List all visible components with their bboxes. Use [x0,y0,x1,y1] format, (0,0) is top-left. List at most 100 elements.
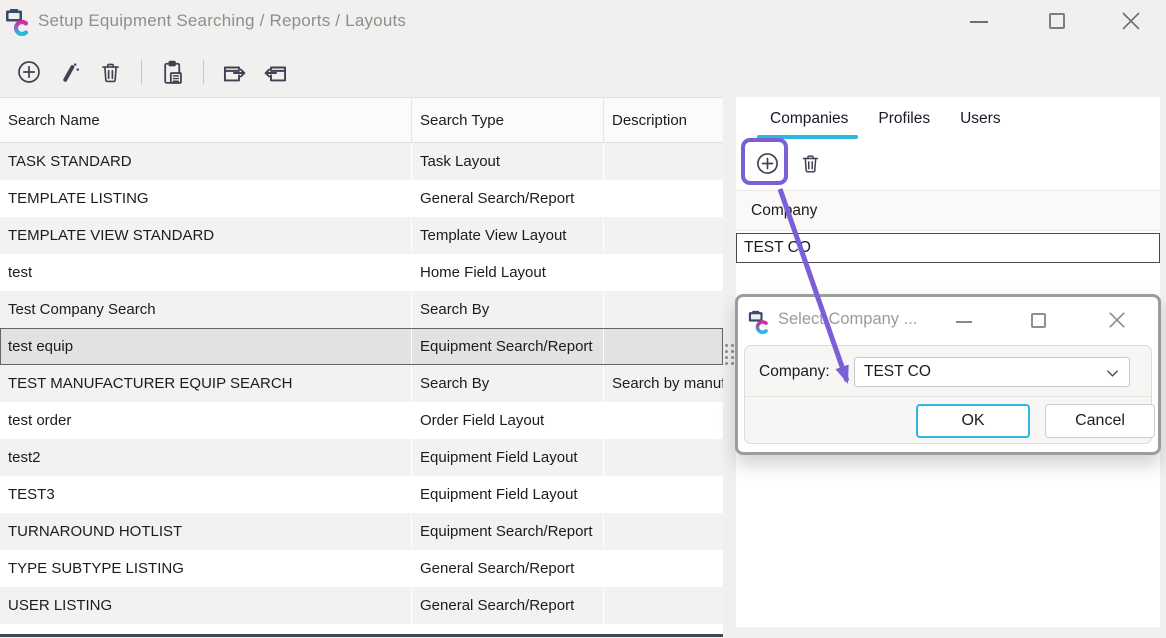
cell-search-type: Template View Layout [412,217,604,254]
cell-search-type: Equipment Search/Report [412,513,604,550]
tab-profiles[interactable]: Profiles [878,110,930,128]
dialog-titlebar: Select Company ... [738,297,1158,345]
maximize-icon[interactable] [1049,13,1065,29]
cell-search-name: TASK STANDARD [0,143,412,180]
close-icon[interactable] [1119,9,1143,33]
window-title: Setup Equipment Searching / Reports / La… [38,11,406,31]
cell-search-type: Order Field Layout [412,402,604,439]
dialog-title: Select Company ... [778,310,917,329]
company-row[interactable]: TEST CO [736,233,1160,263]
cell-search-name: TEMPLATE LISTING [0,180,412,217]
add-icon[interactable] [15,59,42,86]
minimize-icon[interactable] [970,21,988,23]
cell-description [604,143,723,180]
titlebar: Setup Equipment Searching / Reports / La… [0,0,1166,46]
cell-search-name: Test Company Search [0,291,412,328]
cell-search-type: Equipment Field Layout [412,476,604,513]
column-header-description[interactable]: Description [604,98,723,142]
company-dropdown-value: TEST CO [864,363,931,381]
table-row[interactable]: TEST MANUFACTURER EQUIP SEARCHSearch ByS… [0,365,723,402]
table-row[interactable]: test2Equipment Field Layout [0,439,723,476]
cell-search-name: USER LISTING [0,587,412,624]
select-company-dialog: Select Company ... Company: TEST CO OK C… [735,294,1161,455]
chevron-down-icon [1105,366,1120,381]
company-dropdown[interactable]: TEST CO [854,357,1130,387]
cell-description: Search by manufacturer [604,365,723,402]
cell-description [604,587,723,624]
dialog-maximize-icon[interactable] [1031,313,1046,328]
cell-search-name: TEST MANUFACTURER EQUIP SEARCH [0,365,412,402]
cell-search-name: test order [0,402,412,439]
company-column-header[interactable]: Company [736,190,1160,231]
app-icon [5,8,33,36]
toolbar-separator [141,60,142,84]
table-row[interactable]: TURNAROUND HOTLISTEquipment Search/Repor… [0,513,723,550]
column-header-search-type[interactable]: Search Type [412,98,604,142]
cell-search-type: Equipment Search/Report [412,328,604,365]
table-row[interactable]: test equipEquipment Search/Report [0,328,723,365]
cell-description [604,254,723,291]
table-row[interactable]: TEMPLATE VIEW STANDARDTemplate View Layo… [0,217,723,254]
cell-search-type: General Search/Report [412,587,604,624]
app-icon [748,310,772,334]
table-row[interactable]: testHome Field Layout [0,254,723,291]
cell-search-name: test equip [0,328,412,365]
cell-description [604,328,723,365]
cell-search-name: test2 [0,439,412,476]
main-toolbar [0,48,289,96]
cell-description [604,402,723,439]
table-header-row: Search Name Search Type Description [0,98,723,143]
cell-search-type: General Search/Report [412,180,604,217]
paste-layout-icon[interactable] [159,59,186,86]
cell-description [604,291,723,328]
dialog-minimize-icon[interactable] [956,321,972,323]
tab-users[interactable]: Users [960,110,1000,128]
ok-button[interactable]: OK [916,404,1030,438]
splitter-grip-icon[interactable] [725,344,734,365]
cell-search-name: TURNAROUND HOTLIST [0,513,412,550]
layouts-table: Search Name Search Type Description TASK… [0,97,723,634]
table-row[interactable]: test orderOrder Field Layout [0,402,723,439]
cell-search-name: test [0,254,412,291]
table-row[interactable]: Test Company SearchSearch By [0,291,723,328]
companies-toolbar [736,140,1160,187]
import-layout-icon[interactable] [262,59,289,86]
cell-description [604,439,723,476]
annotation-highlight-box [741,138,788,185]
dialog-close-icon[interactable] [1106,309,1128,331]
company-field-row: Company: TEST CO [745,346,1151,397]
cell-search-name: TEMPLATE VIEW STANDARD [0,217,412,254]
delete-company-icon[interactable] [797,150,824,177]
company-list: TEST CO [736,233,1160,263]
table-body: TASK STANDARDTask LayoutTEMPLATE LISTING… [0,143,723,624]
cancel-button[interactable]: Cancel [1045,404,1155,438]
cell-description [604,217,723,254]
cell-search-type: Search By [412,365,604,402]
toolbar-separator [203,60,204,84]
cell-search-type: Home Field Layout [412,254,604,291]
cell-description [604,513,723,550]
cell-description [604,476,723,513]
horizontal-scrollbar[interactable] [0,634,723,637]
cell-description [604,550,723,587]
table-row[interactable]: TASK STANDARDTask Layout [0,143,723,180]
dialog-content: Company: TEST CO OK Cancel [744,345,1152,444]
cell-search-type: General Search/Report [412,550,604,587]
table-row[interactable]: TEMPLATE LISTINGGeneral Search/Report [0,180,723,217]
table-row[interactable]: TEST3Equipment Field Layout [0,476,723,513]
cell-search-type: Task Layout [412,143,604,180]
delete-icon[interactable] [97,59,124,86]
cell-search-type: Search By [412,291,604,328]
export-layout-icon[interactable] [221,59,248,86]
column-header-search-name[interactable]: Search Name [0,98,412,142]
edit-wand-icon[interactable] [56,59,83,86]
tab-companies[interactable]: Companies [770,110,848,128]
cell-description [604,180,723,217]
cell-search-name: TYPE SUBTYPE LISTING [0,550,412,587]
company-field-label: Company: [759,346,830,397]
table-row[interactable]: TYPE SUBTYPE LISTINGGeneral Search/Repor… [0,550,723,587]
cell-search-type: Equipment Field Layout [412,439,604,476]
table-row[interactable]: USER LISTINGGeneral Search/Report [0,587,723,624]
cell-search-name: TEST3 [0,476,412,513]
panel-tabs: Companies Profiles Users [736,97,1160,140]
